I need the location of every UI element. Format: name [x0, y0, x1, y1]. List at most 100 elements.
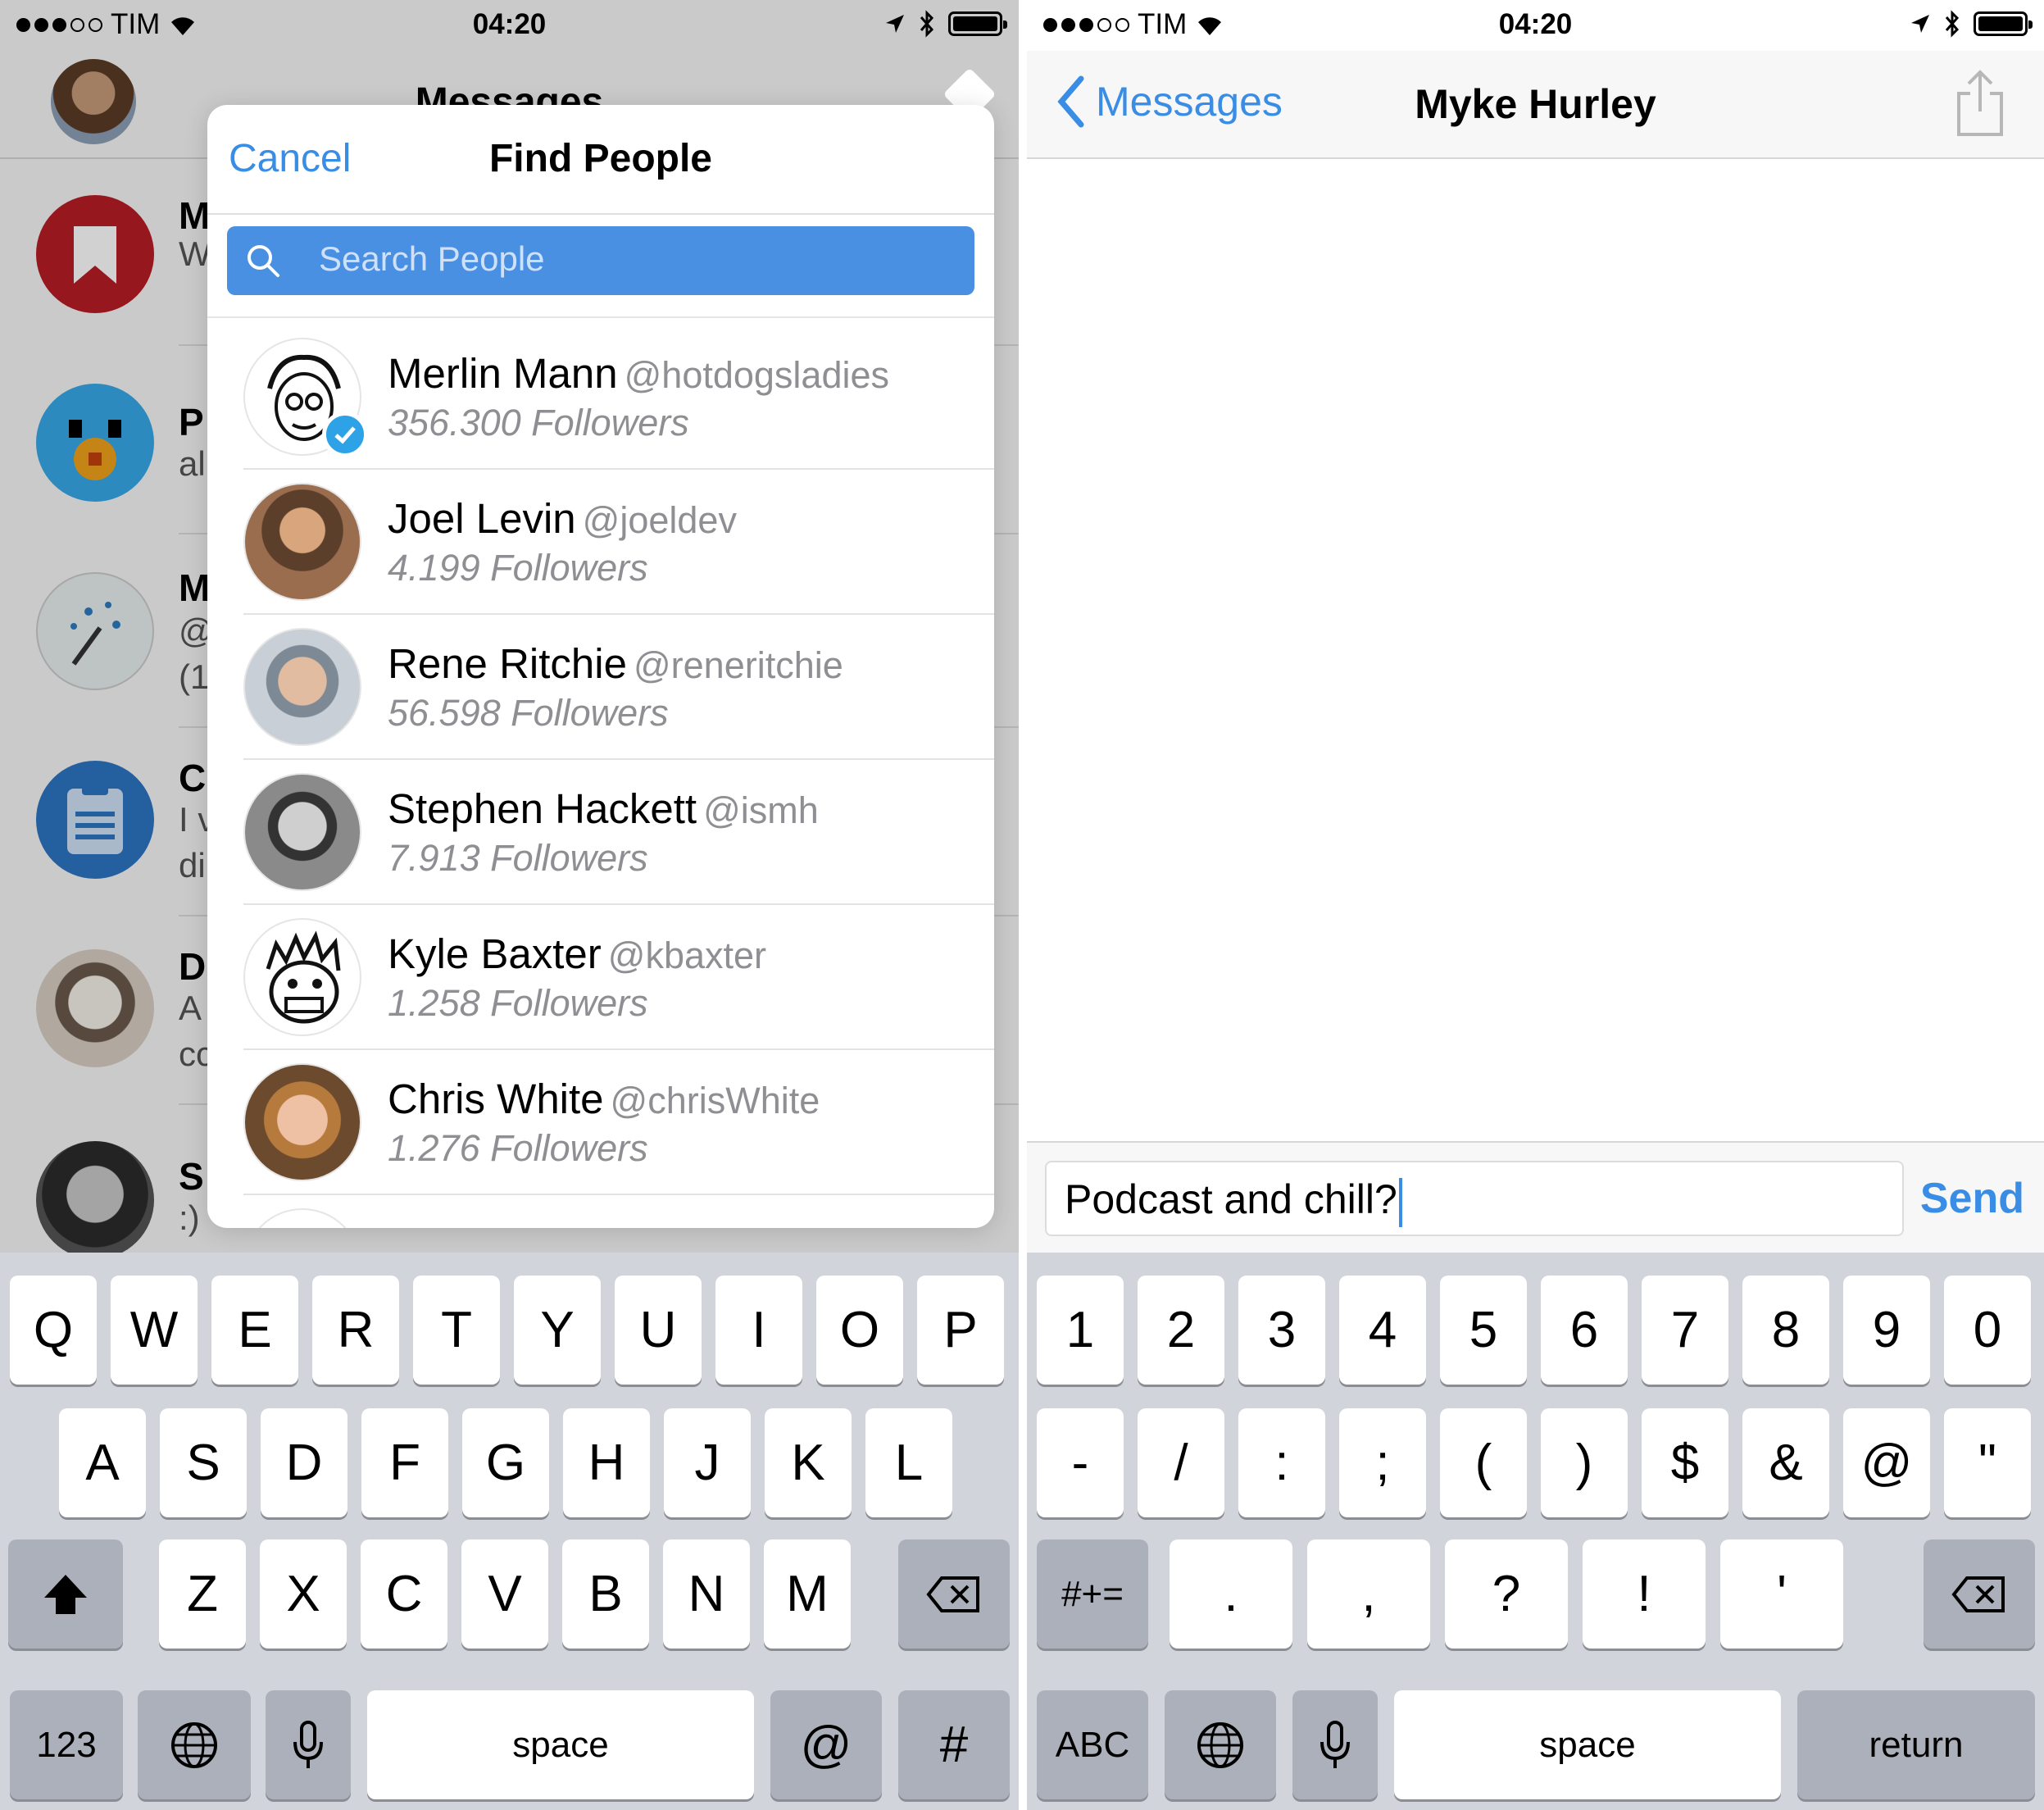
- alpha-keyboard: QWERTYUIOP ASDFGHJKL ZXCVBNM 123 space @…: [0, 1253, 1019, 1810]
- conversation-nav-bar: Messages Myke Hurley: [1027, 51, 2044, 159]
- globe-icon: [1197, 1721, 1243, 1768]
- symbol-key-3[interactable]: ;: [1339, 1408, 1426, 1517]
- message-composer: Podcast and chill? Send: [1027, 1141, 2044, 1253]
- symbol-key-9[interactable]: ": [1944, 1408, 2031, 1517]
- person-followers: 7.913 Followers: [388, 837, 648, 879]
- key-w[interactable]: W: [111, 1276, 198, 1385]
- key-r[interactable]: R: [312, 1276, 399, 1385]
- screen-divider: [1019, 0, 1027, 1810]
- key-4[interactable]: 4: [1339, 1276, 1426, 1385]
- message-text: Podcast and chill?: [1065, 1176, 1397, 1222]
- key-g[interactable]: G: [462, 1408, 549, 1517]
- return-key[interactable]: return: [1797, 1690, 2035, 1799]
- bluetooth-icon: [1945, 10, 1960, 38]
- person-row-chris-white[interactable]: Chris White @chrisWhite 1.276 Followers: [243, 1050, 994, 1195]
- punctuation-key-2[interactable]: ?: [1445, 1539, 1568, 1649]
- status-time: 04:20: [1498, 8, 1573, 40]
- space-key[interactable]: space: [367, 1690, 754, 1799]
- send-button[interactable]: Send: [1920, 1174, 2024, 1223]
- key-b[interactable]: B: [562, 1539, 649, 1649]
- symbol-key-5[interactable]: ): [1541, 1408, 1628, 1517]
- symbol-key-0[interactable]: -: [1037, 1408, 1124, 1517]
- conversation-title: Myke Hurley: [1415, 81, 1656, 127]
- photo-avatar: [243, 628, 361, 746]
- symbol-key-1[interactable]: /: [1138, 1408, 1224, 1517]
- key-v[interactable]: V: [461, 1539, 548, 1649]
- delete-key[interactable]: [1924, 1539, 2035, 1649]
- photo-avatar: [243, 773, 361, 891]
- key-e[interactable]: E: [211, 1276, 298, 1385]
- person-row-stephen-hackett[interactable]: Stephen Hackett @ismh 7.913 Followers: [243, 760, 994, 905]
- key-f[interactable]: F: [361, 1408, 448, 1517]
- key-c[interactable]: C: [361, 1539, 447, 1649]
- key-l[interactable]: L: [865, 1408, 952, 1517]
- key-n[interactable]: N: [663, 1539, 750, 1649]
- globe-icon: [171, 1721, 217, 1768]
- key-y[interactable]: Y: [514, 1276, 601, 1385]
- globe-key[interactable]: [138, 1690, 251, 1799]
- key-u[interactable]: U: [615, 1276, 702, 1385]
- symbol-key-7[interactable]: &: [1742, 1408, 1829, 1517]
- key-3[interactable]: 3: [1238, 1276, 1325, 1385]
- message-input[interactable]: Podcast and chill?: [1045, 1161, 1904, 1236]
- symbol-key-6[interactable]: $: [1642, 1408, 1728, 1517]
- key-k[interactable]: K: [765, 1408, 852, 1517]
- microphone-icon: [1320, 1720, 1350, 1768]
- photo-avatar: [243, 483, 361, 601]
- key-i[interactable]: I: [715, 1276, 802, 1385]
- key-z[interactable]: Z: [159, 1539, 246, 1649]
- key-m[interactable]: M: [764, 1539, 851, 1649]
- key-8[interactable]: 8: [1742, 1276, 1829, 1385]
- key-0[interactable]: 0: [1944, 1276, 2031, 1385]
- share-icon[interactable]: [1954, 69, 2006, 138]
- punctuation-key-1[interactable]: ,: [1307, 1539, 1430, 1649]
- key-d[interactable]: D: [261, 1408, 347, 1517]
- key-1[interactable]: 1: [1037, 1276, 1124, 1385]
- key-7[interactable]: 7: [1642, 1276, 1728, 1385]
- hash-key[interactable]: #: [898, 1690, 1010, 1799]
- shift-key[interactable]: [8, 1539, 123, 1649]
- person-row-partial[interactable]: [243, 1195, 994, 1228]
- punctuation-key-4[interactable]: ': [1720, 1539, 1843, 1649]
- symbol-key-4[interactable]: (: [1440, 1408, 1527, 1517]
- left-screen: TIM 04:20 Messages M W P al M @ (1 C I v…: [0, 0, 1019, 1810]
- status-bar: TIM 04:20: [1027, 0, 2044, 51]
- key-t[interactable]: T: [413, 1276, 500, 1385]
- dictation-key[interactable]: [266, 1690, 351, 1799]
- abc-key[interactable]: ABC: [1037, 1690, 1148, 1799]
- person-row-rene-ritchie[interactable]: Rene Ritchie @reneritchie 56.598 Follower…: [243, 615, 994, 760]
- punctuation-key-3[interactable]: !: [1583, 1539, 1706, 1649]
- key-q[interactable]: Q: [10, 1276, 97, 1385]
- key-h[interactable]: H: [563, 1408, 650, 1517]
- key-a[interactable]: A: [59, 1408, 146, 1517]
- person-row-merlin-mann[interactable]: Merlin Mann @hotdogsladies 356.300 Follow…: [243, 325, 994, 470]
- symbol-key-2[interactable]: :: [1238, 1408, 1325, 1517]
- find-people-popover: Cancel Find People Search People Merlin …: [207, 105, 994, 1228]
- key-o[interactable]: O: [816, 1276, 903, 1385]
- punctuation-key-0[interactable]: .: [1170, 1539, 1292, 1649]
- at-key[interactable]: @: [770, 1690, 882, 1799]
- key-j[interactable]: J: [664, 1408, 751, 1517]
- globe-key[interactable]: [1165, 1690, 1276, 1799]
- key-s[interactable]: S: [160, 1408, 247, 1517]
- space-key[interactable]: space: [1394, 1690, 1781, 1799]
- symbol-key-8[interactable]: @: [1843, 1408, 1930, 1517]
- person-row-joel-levin[interactable]: Joel Levin @joeldev 4.199 Followers: [243, 470, 994, 615]
- person-name: Merlin Mann: [388, 350, 618, 397]
- key-9[interactable]: 9: [1843, 1276, 1930, 1385]
- key-x[interactable]: X: [260, 1539, 347, 1649]
- key-6[interactable]: 6: [1541, 1276, 1628, 1385]
- person-handle: @chrisWhite: [610, 1080, 820, 1121]
- battery-icon: [1974, 11, 2033, 36]
- person-row-kyle-baxter[interactable]: Kyle Baxter @kbaxter 1.258 Followers: [243, 905, 994, 1050]
- delete-key[interactable]: [898, 1539, 1010, 1649]
- key-p[interactable]: P: [917, 1276, 1004, 1385]
- search-people-input[interactable]: Search People: [227, 226, 974, 295]
- search-placeholder: Search People: [319, 239, 545, 278]
- key-2[interactable]: 2: [1138, 1276, 1224, 1385]
- numbers-key[interactable]: 123: [10, 1690, 123, 1799]
- key-5[interactable]: 5: [1440, 1276, 1527, 1385]
- dictation-key[interactable]: [1292, 1690, 1378, 1799]
- symbols-key[interactable]: #+=: [1037, 1539, 1148, 1649]
- location-icon: [1911, 15, 1929, 33]
